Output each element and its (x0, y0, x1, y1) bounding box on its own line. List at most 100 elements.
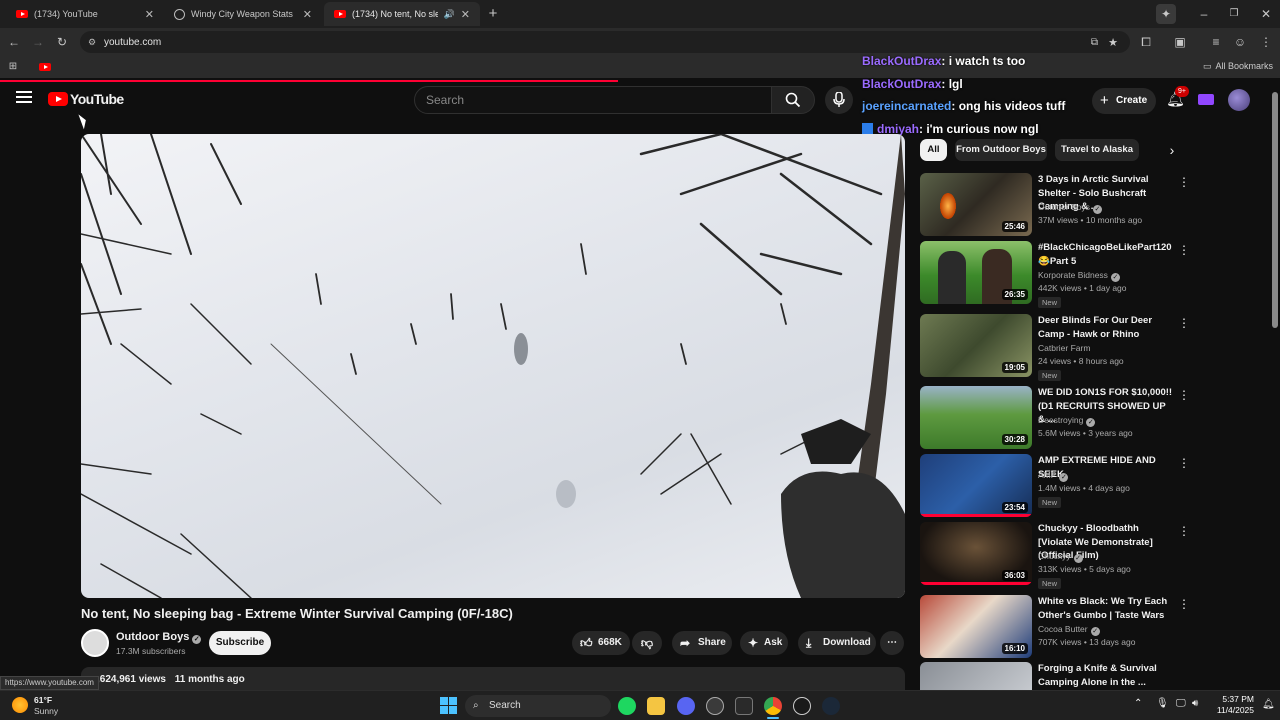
github-desktop-icon[interactable] (706, 697, 724, 715)
network-icon[interactable]: 🖵︎ (1176, 698, 1186, 709)
chip-all[interactable]: All (920, 139, 947, 161)
subscribe-button[interactable]: Subscribe (209, 631, 271, 655)
video-player[interactable] (81, 134, 905, 598)
user-avatar[interactable] (1228, 89, 1250, 111)
taskbar-clock[interactable]: 5:37 PM 11/4/2025 (1206, 694, 1254, 716)
chat-badge-icon (862, 122, 873, 134)
volume-icon[interactable]: 🔊︎ (1192, 698, 1198, 709)
epic-games-icon[interactable] (735, 697, 753, 715)
tab-windy-city[interactable]: Windy City Weapon Stats ✕ (164, 2, 322, 26)
site-info-icon[interactable]: ⚙ (88, 37, 96, 48)
twitch-extension-icon[interactable] (1198, 94, 1214, 105)
youtube-logo[interactable]: YouTube (48, 91, 124, 107)
notifications-button[interactable]: 🔔︎ 9+ (1166, 86, 1189, 109)
taskbar-search[interactable]: ⌕ Search (465, 695, 611, 717)
video-thumbnail[interactable]: 30:28 (920, 386, 1032, 449)
more-options-icon[interactable]: ⋮ (1178, 597, 1190, 611)
split-view-icon[interactable]: ▣ (1170, 32, 1190, 52)
more-options-icon[interactable]: ⋮ (1178, 316, 1190, 330)
restore-icon[interactable]: ❐ (1224, 4, 1244, 24)
close-tab-icon[interactable]: ✕ (303, 8, 312, 21)
more-options-icon[interactable]: ⋮ (1178, 388, 1190, 402)
chip-from-outdoor-boys[interactable]: From Outdoor Boys (955, 139, 1047, 161)
video-thumbnail[interactable]: 26:35 (920, 241, 1032, 304)
recommendation-item[interactable]: 23:54 AMP EXTREME HIDE AND SEEK AMP ✓ 1.4… (920, 454, 1190, 518)
chips-next-button[interactable]: › (1160, 140, 1184, 162)
forward-icon[interactable]: → (28, 32, 48, 52)
hamburger-menu-icon[interactable] (16, 91, 32, 105)
recommendation-item[interactable]: 19:05 Deer Blinds For Our Deer Camp - Ha… (920, 314, 1190, 381)
video-thumbnail[interactable]: 25:46 (920, 173, 1032, 236)
channel-name[interactable]: Outdoor Boys ✓ (116, 631, 202, 644)
download-button[interactable]: ⤓ Download (798, 631, 876, 655)
microphone-tray-icon[interactable]: 🎙︎ (1156, 698, 1169, 709)
ask-button[interactable]: ✦ Ask (740, 631, 788, 655)
chip-travel-to-alaska[interactable]: Travel to Alaska (1055, 139, 1139, 161)
youtube-favicon-icon (16, 10, 28, 18)
recommendation-item[interactable]: Forging a Knife & Survival Camping Alone… (920, 662, 1182, 690)
recommendation-item[interactable]: 26:35 #BlackChicagoBeLikePart120 😂Part 5… (920, 241, 1190, 308)
more-options-icon[interactable]: ⋮ (1178, 664, 1182, 678)
back-icon[interactable]: ← (4, 32, 24, 52)
gemini-icon[interactable]: ✦ (1156, 4, 1176, 24)
extensions-icon[interactable]: ⧠ (1136, 32, 1156, 52)
close-tab-icon[interactable]: ✕ (145, 8, 154, 21)
notification-center-icon[interactable]: 🔔︎ (1262, 699, 1275, 710)
watch-progress-bar (920, 514, 1032, 517)
media-controls-icon[interactable]: ≡ (1206, 32, 1226, 52)
chat-message: joereincarnated: ong his videos tuff (862, 98, 1065, 121)
globe-icon (174, 8, 185, 20)
chrome-menu-icon[interactable]: ⋮ (1256, 32, 1276, 52)
create-button[interactable]: + Create (1092, 88, 1156, 114)
like-button[interactable]: 👍︎ 668K (572, 631, 630, 655)
reload-icon[interactable]: ↻ (52, 32, 72, 52)
bookmark-star-icon[interactable]: ★ (1108, 36, 1118, 49)
address-bar[interactable]: ⚙ youtube.com ⧉ ★ (80, 31, 1130, 53)
all-bookmarks-button[interactable]: ▭ All Bookmarks (1203, 61, 1273, 72)
more-options-icon[interactable]: ⋮ (1178, 175, 1190, 189)
youtube-favicon-icon (334, 10, 346, 18)
video-thumbnail[interactable] (920, 662, 1032, 690)
tab-no-tent-video[interactable]: (1734) No tent, No sleeping 🔊 ✕ (324, 2, 480, 26)
recommendation-item[interactable]: 30:28 WE DID 1ON1S FOR $10,000!! (D1 REC… (920, 386, 1190, 450)
search-input[interactable]: Search (414, 86, 772, 114)
audio-playing-icon[interactable]: 🔊 (444, 9, 455, 20)
channel-avatar[interactable] (81, 629, 109, 657)
more-actions-button[interactable]: ⋯ (880, 631, 904, 655)
new-badge: New (1038, 297, 1062, 308)
voice-search-button[interactable] (825, 86, 853, 114)
recommendation-item[interactable]: 25:46 3 Days in Arctic Survival Shelter … (920, 173, 1190, 237)
chat-text: : i'm curious now ngl (919, 121, 1039, 136)
tab-youtube[interactable]: (1734) YouTube ✕ (6, 2, 164, 26)
close-tab-icon[interactable]: ✕ (461, 8, 470, 21)
minimize-icon[interactable]: – (1194, 4, 1214, 24)
page-scrollbar[interactable] (1272, 92, 1278, 328)
dislike-button[interactable]: 👎︎ (632, 631, 662, 655)
chat-text: : i watch ts too (941, 54, 1026, 68)
file-explorer-icon[interactable] (647, 697, 665, 715)
recommendation-item[interactable]: 36:03 Chuckyy - Bloodbathh [Violate We D… (920, 522, 1190, 589)
video-thumbnail[interactable]: 16:10 (920, 595, 1032, 658)
search-button[interactable] (771, 86, 815, 114)
new-tab-button[interactable]: + (483, 4, 503, 24)
cast-icon[interactable]: ⧉ (1091, 37, 1098, 48)
apps-grid-icon[interactable]: ⊞ (3, 57, 23, 77)
steam-icon[interactable] (822, 697, 840, 715)
tray-chevron-icon[interactable]: ⌃ (1134, 698, 1142, 709)
g-hub-icon[interactable] (793, 697, 811, 715)
more-options-icon[interactable]: ⋮ (1178, 456, 1190, 470)
start-button[interactable] (440, 697, 457, 714)
video-thumbnail[interactable]: 19:05 (920, 314, 1032, 377)
discord-icon[interactable] (677, 697, 695, 715)
more-options-icon[interactable]: ⋮ (1178, 524, 1190, 538)
video-thumbnail[interactable]: 23:54 (920, 454, 1032, 517)
youtube-bookmark-icon[interactable] (39, 63, 51, 73)
profile-icon[interactable]: ☺ (1230, 32, 1250, 52)
more-options-icon[interactable]: ⋮ (1178, 243, 1190, 257)
recommendation-item[interactable]: 16:10 White vs Black: We Try Each Other'… (920, 595, 1190, 659)
spotify-icon[interactable] (618, 697, 636, 715)
share-button[interactable]: ➦ Share (672, 631, 732, 655)
close-window-icon[interactable]: ✕ (1256, 4, 1276, 24)
video-thumbnail[interactable]: 36:03 (920, 522, 1032, 585)
chrome-icon[interactable] (764, 697, 782, 715)
